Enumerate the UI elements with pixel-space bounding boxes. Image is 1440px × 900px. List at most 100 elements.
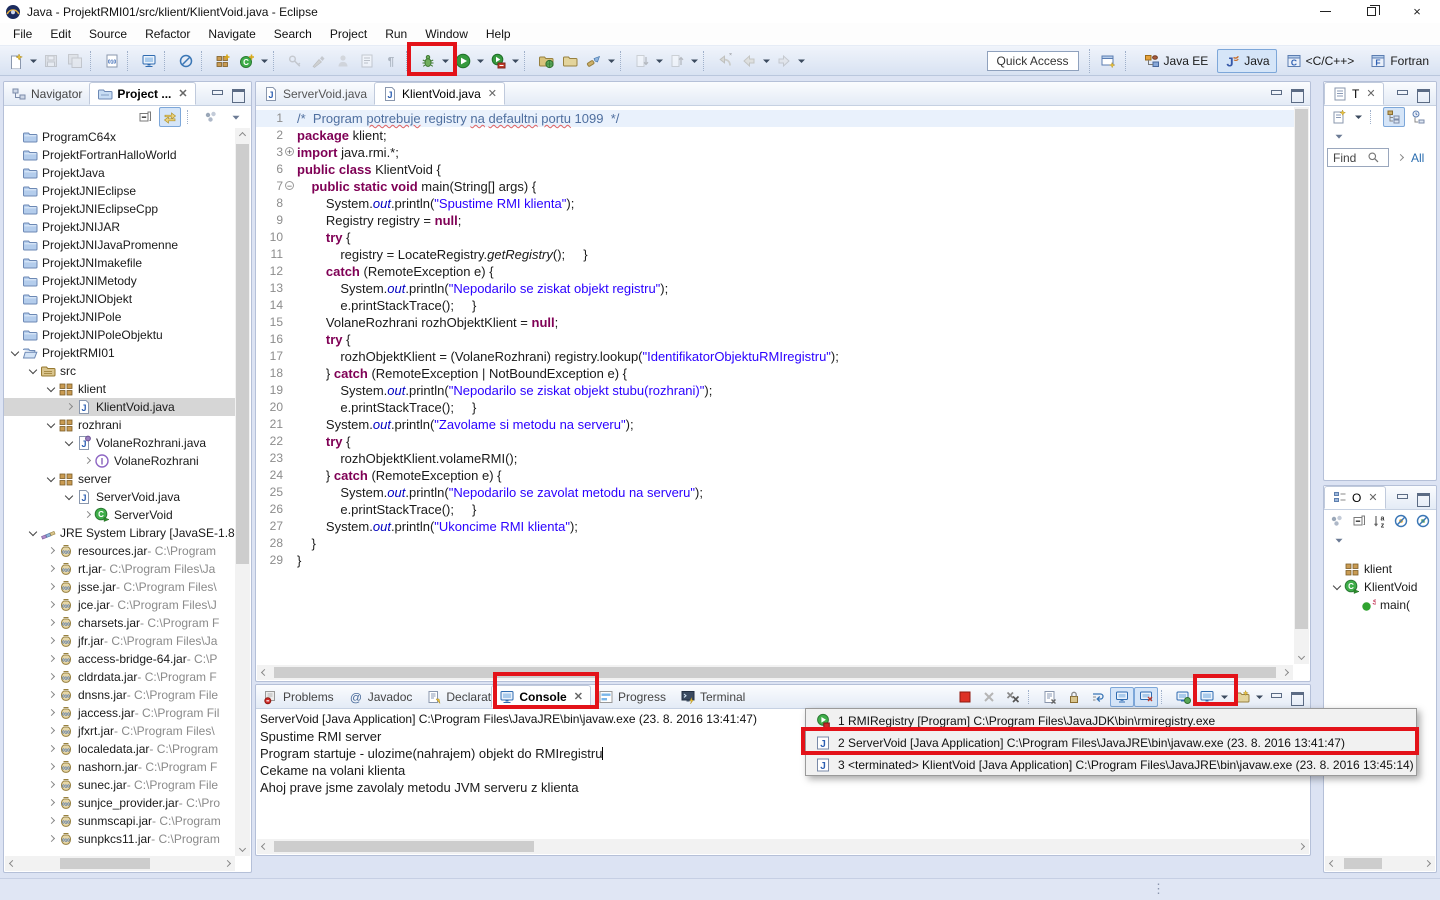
menu-window[interactable]: Window	[416, 25, 477, 43]
outline-item-main-[interactable]: Smain(	[1324, 596, 1436, 614]
tab-project-explorer[interactable]: Project ... ✕	[89, 82, 195, 105]
chevron-down-icon[interactable]	[8, 346, 22, 360]
tree-item-projektjnieclipsecpp[interactable]: ProjektJNIEclipseCpp	[4, 200, 236, 218]
code-line-9[interactable]: 9 Registry registry = null;	[256, 212, 1294, 229]
binary-button[interactable]: 010	[100, 49, 124, 73]
tree-item-sunpkcs11-jar[interactable]: 010sunpkcs11.jar - C:\Program	[4, 830, 236, 848]
save-all-button[interactable]	[63, 49, 87, 73]
code-editor[interactable]: 1/* Program potrebuje registry na defaul…	[256, 107, 1294, 664]
minimize-view-button[interactable]	[1269, 691, 1283, 703]
scroll-thumb[interactable]	[1295, 109, 1308, 629]
chevron-right-icon[interactable]	[44, 688, 58, 702]
scroll-right-arrow[interactable]	[1420, 856, 1435, 871]
code-line-15[interactable]: 15 VolaneRozhrani rozhObjektKlient = nul…	[256, 314, 1294, 331]
dropdown-arrow-icon[interactable]	[475, 49, 486, 73]
editor-vscrollbar[interactable]	[1294, 107, 1309, 664]
chevron-right-icon[interactable]	[80, 454, 94, 468]
wrap-button[interactable]	[1086, 687, 1110, 707]
code-line-24[interactable]: 24 } catch (RemoteException e) {	[256, 467, 1294, 484]
chevron-right-icon[interactable]	[44, 832, 58, 846]
code-line-13[interactable]: 13 System.out.println("Nepodarilo se zis…	[256, 280, 1294, 297]
sort-az-button[interactable]: az	[1371, 511, 1389, 531]
code-line-22[interactable]: 22 try {	[256, 433, 1294, 450]
tree-item-projektjnieclipse[interactable]: ProjektJNIEclipse	[4, 182, 236, 200]
scroll-left-arrow[interactable]	[5, 856, 20, 871]
chevron-right-icon[interactable]	[44, 670, 58, 684]
menu-search[interactable]: Search	[265, 25, 321, 43]
chevron-right-icon[interactable]	[44, 814, 58, 828]
code-line-23[interactable]: 23 rozhObjektKlient.volameRMI();	[256, 450, 1294, 467]
console-area-tab-terminal[interactable]: Terminal	[673, 685, 752, 708]
tree-item-src[interactable]: src	[4, 362, 236, 380]
rm-all-button[interactable]	[1001, 687, 1025, 707]
chevron-right-icon[interactable]	[44, 544, 58, 558]
tree-item-localedata-jar[interactable]: 010localedata.jar - C:\Program	[4, 740, 236, 758]
tree-item-projektjniobjekt[interactable]: ProjektJNIObjekt	[4, 290, 236, 308]
tree-item-projektfortranhalloworld[interactable]: ProjektFortranHalloWorld	[4, 146, 236, 164]
window-close-button[interactable]: ×	[1394, 0, 1440, 23]
chevron-right-icon[interactable]	[44, 796, 58, 810]
tree-item-sunjce-provider-jar[interactable]: 010sunjce_provider.jar - C:\Pro	[4, 794, 236, 812]
console-area-tab-problems[interactable]: Problems	[256, 685, 341, 708]
close-icon[interactable]: ✕	[1366, 87, 1375, 100]
close-icon[interactable]: ✕	[1368, 491, 1377, 504]
brush-button[interactable]	[307, 49, 331, 73]
chevron-down-icon[interactable]	[62, 436, 76, 450]
tree-item-klientvoid-java[interactable]: JKlientVoid.java	[4, 398, 236, 416]
chevron-right-icon[interactable]	[44, 562, 58, 576]
close-icon[interactable]: ✕	[574, 690, 583, 703]
editor-tab-klientvoid[interactable]: J KlientVoid.java ✕	[374, 82, 505, 105]
tree-item-projektjnipole[interactable]: ProjektJNIPole	[4, 308, 236, 326]
tree-item-dnsns-jar[interactable]: 010dnsns.jar - C:\Program File	[4, 686, 236, 704]
code-line-11[interactable]: 11 registry = LocateRegistry.getRegistry…	[256, 246, 1294, 263]
minimize-view-button[interactable]	[1395, 492, 1409, 504]
chevron-right-icon[interactable]	[80, 508, 94, 522]
run-button[interactable]	[451, 49, 475, 73]
console-menu-item-2[interactable]: J2 ServerVoid [Java Application] C:\Prog…	[806, 732, 1416, 754]
perspective-fortran[interactable]: FFortran	[1363, 49, 1436, 73]
tree-item-charsets-jar[interactable]: 010charsets.jar - C:\Program F	[4, 614, 236, 632]
close-icon[interactable]: ✕	[178, 87, 187, 100]
chevron-right-icon[interactable]	[44, 598, 58, 612]
code-line-29[interactable]: 29}	[256, 552, 1294, 569]
cat-mode-button[interactable]	[1383, 107, 1405, 127]
quick-access-box[interactable]: Quick Access	[987, 51, 1079, 71]
scroll-right-arrow[interactable]	[220, 856, 235, 871]
tree-item-sunec-jar[interactable]: 010sunec.jar - C:\Program File	[4, 776, 236, 794]
tree-item-programc64x[interactable]: ProgramC64x	[4, 128, 236, 146]
dropdown-arrow-icon[interactable]	[440, 49, 451, 73]
collapse-all-button[interactable]	[1349, 511, 1367, 531]
tree-item-rozhrani[interactable]: rozhrani	[4, 416, 236, 434]
mon-green-button[interactable]	[1171, 687, 1195, 707]
minimize-view-button[interactable]	[1395, 88, 1409, 100]
chevron-right-icon[interactable]	[44, 580, 58, 594]
chevron-right-icon[interactable]	[1393, 151, 1407, 165]
key-button[interactable]	[283, 49, 307, 73]
scroll-thumb[interactable]	[60, 858, 150, 869]
tree-item-sunmscapi-jar[interactable]: 010sunmscapi.jar - C:\Program	[4, 812, 236, 830]
editor-tab-servervoid[interactable]: J ServerVoid.java	[256, 82, 374, 105]
console-menu-item-3[interactable]: J3 <terminated> KlientVoid [Java Applica…	[806, 754, 1416, 776]
sched-mode-button[interactable]	[1408, 107, 1430, 127]
dropdown-arrow-icon[interactable]	[654, 49, 665, 73]
find-input[interactable]	[1333, 151, 1367, 165]
tree-item-klient[interactable]: klient	[4, 380, 236, 398]
maximize-view-button[interactable]	[231, 88, 245, 100]
maximize-view-button[interactable]	[1416, 492, 1430, 504]
chevron-down-icon[interactable]	[1330, 580, 1344, 594]
dropdown-arrow-icon[interactable]	[259, 49, 270, 73]
scroll-thumb[interactable]	[1344, 858, 1382, 869]
open-res-button[interactable]	[558, 49, 582, 73]
code-line-10[interactable]: 10 try {	[256, 229, 1294, 246]
dropdown-arrow-icon[interactable]	[1353, 105, 1364, 129]
perspective-java-ee[interactable]: Java EE	[1137, 49, 1216, 73]
link-editor-button[interactable]	[159, 107, 181, 127]
scroll-left-arrow[interactable]	[1325, 856, 1340, 871]
chevron-right-icon[interactable]	[44, 634, 58, 648]
menu-edit[interactable]: Edit	[41, 25, 80, 43]
tab-navigator[interactable]: Navigator	[4, 82, 89, 105]
code-line-18[interactable]: 18 } catch (RemoteException | NotBoundEx…	[256, 365, 1294, 382]
open-task-button[interactable]	[534, 49, 558, 73]
fold-plus-icon[interactable]: +	[283, 144, 297, 161]
close-icon[interactable]: ✕	[488, 87, 497, 100]
